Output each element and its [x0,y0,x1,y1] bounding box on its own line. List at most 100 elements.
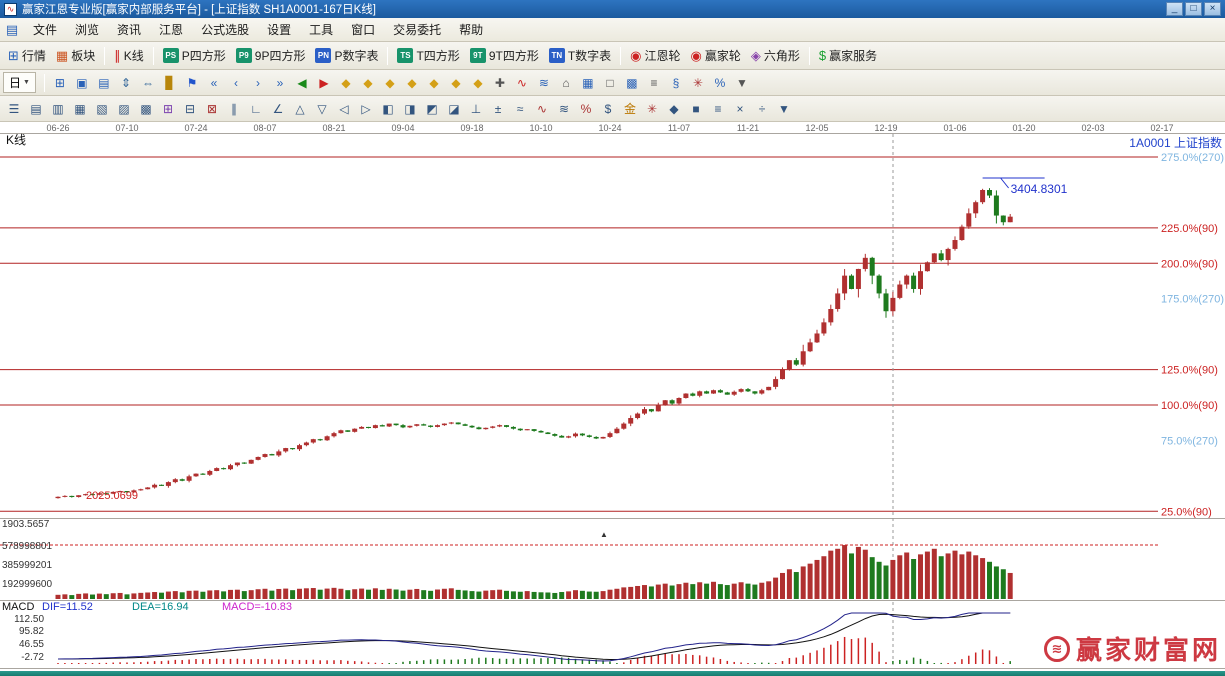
draw-tool-icon-27[interactable]: $ [598,99,618,119]
menu-help[interactable]: 帮助 [450,18,492,41]
menu-window[interactable]: 窗口 [342,18,384,41]
draw-tool-icon-1[interactable]: ▤ [26,99,46,119]
menu-browse[interactable]: 浏览 [66,18,108,41]
draw-tool-icon-24[interactable]: ∿ [532,99,552,119]
draw-tool-icon-16[interactable]: ▷ [356,99,376,119]
toolbar-item-hexagon[interactable]: ◈ 六角形 [746,45,805,66]
toolbar-item-winner-service[interactable]: $ 赢家服务 [814,45,882,66]
menu-news[interactable]: 资讯 [108,18,150,41]
view-tool-icon-21[interactable]: ∿ [512,73,532,93]
view-tool-icon-23[interactable]: ⌂ [556,73,576,93]
view-tool-icon-15[interactable]: ◆ [380,73,400,93]
menu-tools[interactable]: 工具 [300,18,342,41]
draw-tool-icon-31[interactable]: ■ [686,99,706,119]
menu-file[interactable]: 文件 [24,18,66,41]
draw-tool-icon-2[interactable]: ▥ [48,99,68,119]
view-tool-icon-29[interactable]: ✳ [688,73,708,93]
draw-tool-icon-0[interactable]: ☰ [4,99,24,119]
draw-tool-icon-18[interactable]: ◨ [400,99,420,119]
view-tool-icon-30[interactable]: % [710,73,730,93]
draw-tool-icon-29[interactable]: ✳ [642,99,662,119]
draw-tool-icon-15[interactable]: ◁ [334,99,354,119]
macd-histogram-bar [947,663,949,664]
draw-tool-icon-26[interactable]: % [576,99,596,119]
draw-tool-icon-30[interactable]: ◆ [664,99,684,119]
toolbar-item-9p-square[interactable]: P9 9P四方形 [231,45,311,66]
view-tool-icon-13[interactable]: ◆ [336,73,356,93]
toolbar-item-gann-wheel[interactable]: ◉ 江恩轮 [625,45,685,66]
menu-settings[interactable]: 设置 [258,18,300,41]
toolbar-item-p-square[interactable]: PS P四方形 [158,45,231,66]
view-tool-icon-28[interactable]: § [666,73,686,93]
view-tool-icon-27[interactable]: ≡ [644,73,664,93]
draw-tool-icon-32[interactable]: ≡ [708,99,728,119]
draw-tool-icon-12[interactable]: ∠ [268,99,288,119]
draw-tool-icon-9[interactable]: ⊠ [202,99,222,119]
toolbar-item-winner-wheel[interactable]: ◉ 赢家轮 [686,45,746,66]
toolbar-item-kline[interactable]: ∥ K线 [109,45,149,66]
menu-gann[interactable]: 江恩 [150,18,192,41]
toolbar-item-sectors[interactable]: ▦ 板块 [51,45,100,66]
view-tool-icon-7[interactable]: « [204,73,224,93]
draw-tool-icon-21[interactable]: ⊥ [466,99,486,119]
draw-tool-icon-7[interactable]: ⊞ [158,99,178,119]
volume-bar [952,550,958,599]
view-tool-icon-0[interactable]: ⊞ [50,73,70,93]
draw-tool-icon-22[interactable]: ± [488,99,508,119]
draw-tool-icon-34[interactable]: ÷ [752,99,772,119]
draw-tool-icon-25[interactable]: ≋ [554,99,574,119]
draw-tool-icon-19[interactable]: ◩ [422,99,442,119]
toolbar-item-p-number-table[interactable]: PN P数字表 [310,45,383,66]
view-tool-icon-4[interactable]: ⇔ [138,73,158,93]
view-tool-icon-14[interactable]: ◆ [358,73,378,93]
view-tool-icon-24[interactable]: ▦ [578,73,598,93]
view-tool-icon-1[interactable]: ▣ [72,73,92,93]
draw-tool-icon-10[interactable]: ∥ [224,99,244,119]
toolbar-item-9t-square[interactable]: 9T 9T四方形 [465,45,544,66]
maximize-button[interactable]: □ [1185,2,1202,16]
view-tool-icon-5[interactable]: ▊ [160,73,180,93]
period-selector[interactable]: 日 ▼ [3,72,36,93]
menu-formula-stock-pick[interactable]: 公式选股 [192,18,258,41]
draw-tool-icon-5[interactable]: ▨ [114,99,134,119]
draw-tool-icon-4[interactable]: ▧ [92,99,112,119]
view-tool-icon-26[interactable]: ▩ [622,73,642,93]
draw-tool-icon-28[interactable]: 金 [620,99,640,119]
view-tool-icon-17[interactable]: ◆ [424,73,444,93]
view-tool-icon-11[interactable]: ◀ [292,73,312,93]
draw-tool-icon-13[interactable]: △ [290,99,310,119]
view-tool-icon-18[interactable]: ◆ [446,73,466,93]
menu-trade-order[interactable]: 交易委托 [384,18,450,41]
macd-histogram-bar [685,653,687,664]
draw-tool-icon-14[interactable]: ▽ [312,99,332,119]
view-tool-icon-16[interactable]: ◆ [402,73,422,93]
view-tool-icon-22[interactable]: ≋ [534,73,554,93]
view-tool-icon-8[interactable]: ‹ [226,73,246,93]
view-tool-icon-3[interactable]: ⇕ [116,73,136,93]
view-tool-icon-12[interactable]: ▶ [314,73,334,93]
view-tool-icon-2[interactable]: ▤ [94,73,114,93]
draw-tool-icon-35[interactable]: ▼ [774,99,794,119]
main-chart[interactable]: 275.0%(270) 225.0%(90) 200.0%(90) 175.0%(27… [0,122,1225,671]
draw-tool-icon-3[interactable]: ▦ [70,99,90,119]
draw-tool-icon-11[interactable]: ∟ [246,99,266,119]
minimize-button[interactable]: _ [1166,2,1183,16]
toolbar-item-t-number-table[interactable]: TN T数字表 [544,45,616,66]
view-tool-icon-9[interactable]: › [248,73,268,93]
view-tool-icon-20[interactable]: ✚ [490,73,510,93]
view-tool-icon-31[interactable]: ▼ [732,73,752,93]
view-tool-icon-10[interactable]: » [270,73,290,93]
toolbar-item-t-square[interactable]: TS T四方形 [392,45,464,66]
draw-tool-icon-23[interactable]: ≈ [510,99,530,119]
view-tool-icon-19[interactable]: ◆ [468,73,488,93]
close-button[interactable]: × [1204,2,1221,16]
draw-tool-icon-17[interactable]: ◧ [378,99,398,119]
toolbar-item-quotes[interactable]: ⊞ 行情 [3,45,51,66]
draw-tool-icon-20[interactable]: ◪ [444,99,464,119]
draw-tool-icon-33[interactable]: × [730,99,750,119]
symbol-label[interactable]: 1A0001 上证指数 [1129,135,1222,150]
view-tool-icon-25[interactable]: □ [600,73,620,93]
view-tool-icon-6[interactable]: ⚑ [182,73,202,93]
draw-tool-icon-6[interactable]: ▩ [136,99,156,119]
draw-tool-icon-8[interactable]: ⊟ [180,99,200,119]
